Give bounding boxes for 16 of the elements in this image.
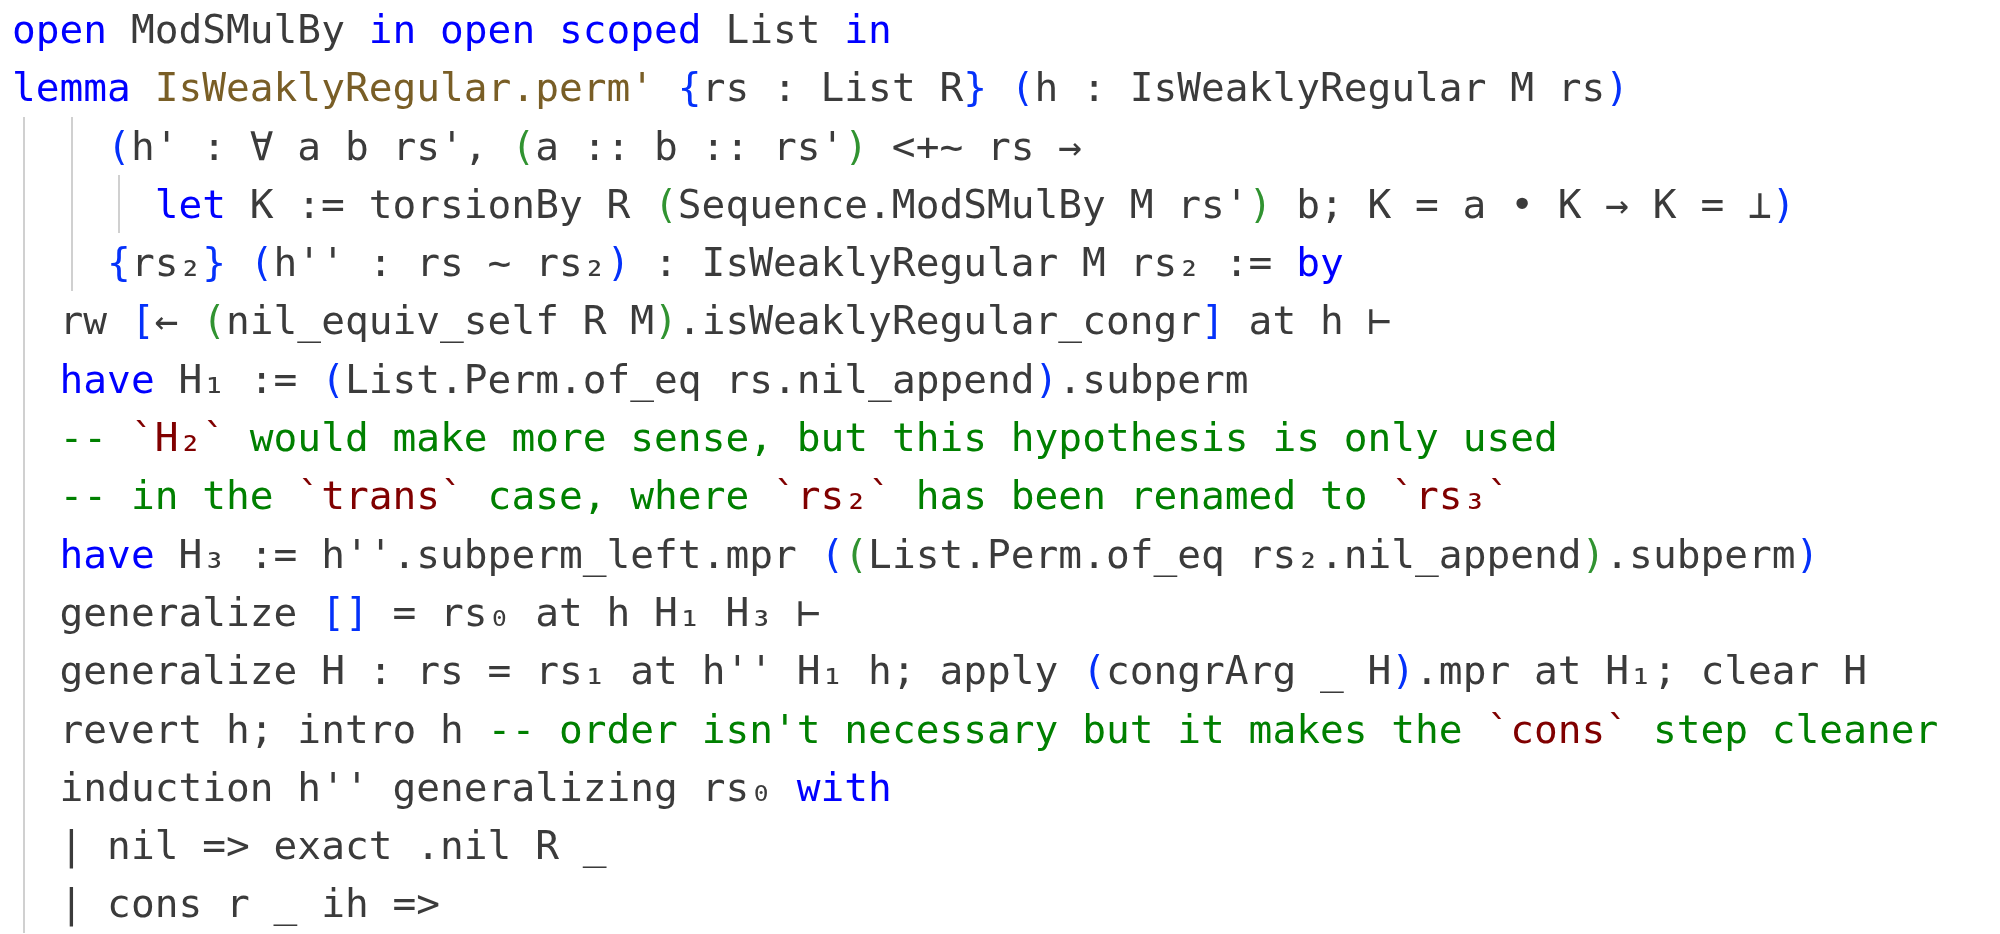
code-line: generalize H : rs = rs₁ at h'' H₁ h; apply (congrArg _ H).mpr at H₁; clear H — [59, 646, 1867, 696]
code-line: {rs₂} (h'' : rs ~ rs₂) : IsWeaklyRegular M rs₂ := by — [107, 238, 1344, 288]
code-line: lemma IsWeaklyRegular.perm' {rs : List R} (h : IsWeaklyRegular M rs) — [12, 63, 1630, 113]
code-line: have H₃ := h''.subperm_left.mpr ((List.Perm.of_eq rs₂.nil_append).subperm) — [59, 529, 1820, 579]
code-line: | cons r _ ih => — [59, 879, 441, 929]
code-line: have H₁ := (List.Perm.of_eq rs.nil_append).subperm — [59, 354, 1249, 404]
code-line: let K := torsionBy R (Sequence.ModSMulBy M rs') b; K = a • K → K = ⊥) — [154, 179, 1796, 229]
code-line: generalize [] = rs₀ at h H₁ H₃ ⊢ — [59, 587, 821, 637]
code-line: revert h; intro h -- order isn't necessary but it makes the `cons` step cleaner — [59, 704, 1939, 754]
code-line: (h' : ∀ a b rs', (a :: b :: rs') <+~ rs → — [107, 121, 1083, 171]
code-line: induction h'' generalizing rs₀ with — [59, 762, 892, 812]
code-line: -- `H₂` would make more sense, but this hypothesis is only used — [59, 413, 1558, 463]
code-line: rw [← (nil_equiv_self R M).isWeaklyRegular_congr] at h ⊢ — [59, 296, 1392, 346]
code-line: open ModSMulBy in open scoped List in — [12, 5, 892, 54]
code-line: | nil => exact .nil R _ — [59, 821, 607, 871]
code-line: -- in the `trans` case, where `rs₂` has been renamed to `rs₃` — [59, 471, 1511, 521]
